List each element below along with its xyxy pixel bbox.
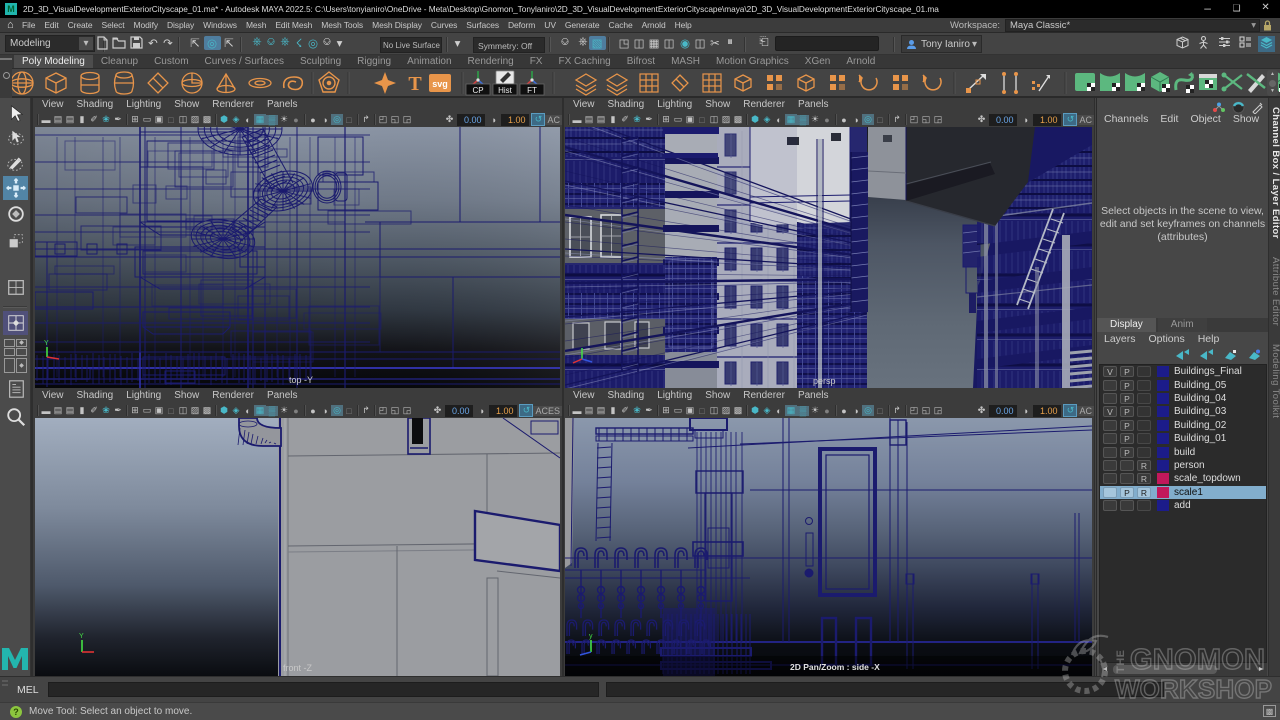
svg-text:Y: Y [44,340,49,347]
svg-text:Y: Y [79,633,84,640]
svg-text:top -Y: top -Y [289,375,313,385]
svg-text:persp: persp [813,376,836,386]
svg-text:Hist: Hist [498,86,513,95]
svg-text:2D Pan/Zoom : side -X: 2D Pan/Zoom : side -X [790,662,880,672]
svg-text:CP: CP [472,86,483,95]
svg-text:svg: svg [432,79,448,89]
svg-text:y: y [589,633,593,640]
svg-text:FT: FT [527,86,537,95]
svg-text:T: T [408,73,422,95]
svg-text:front -Z: front -Z [283,663,313,673]
